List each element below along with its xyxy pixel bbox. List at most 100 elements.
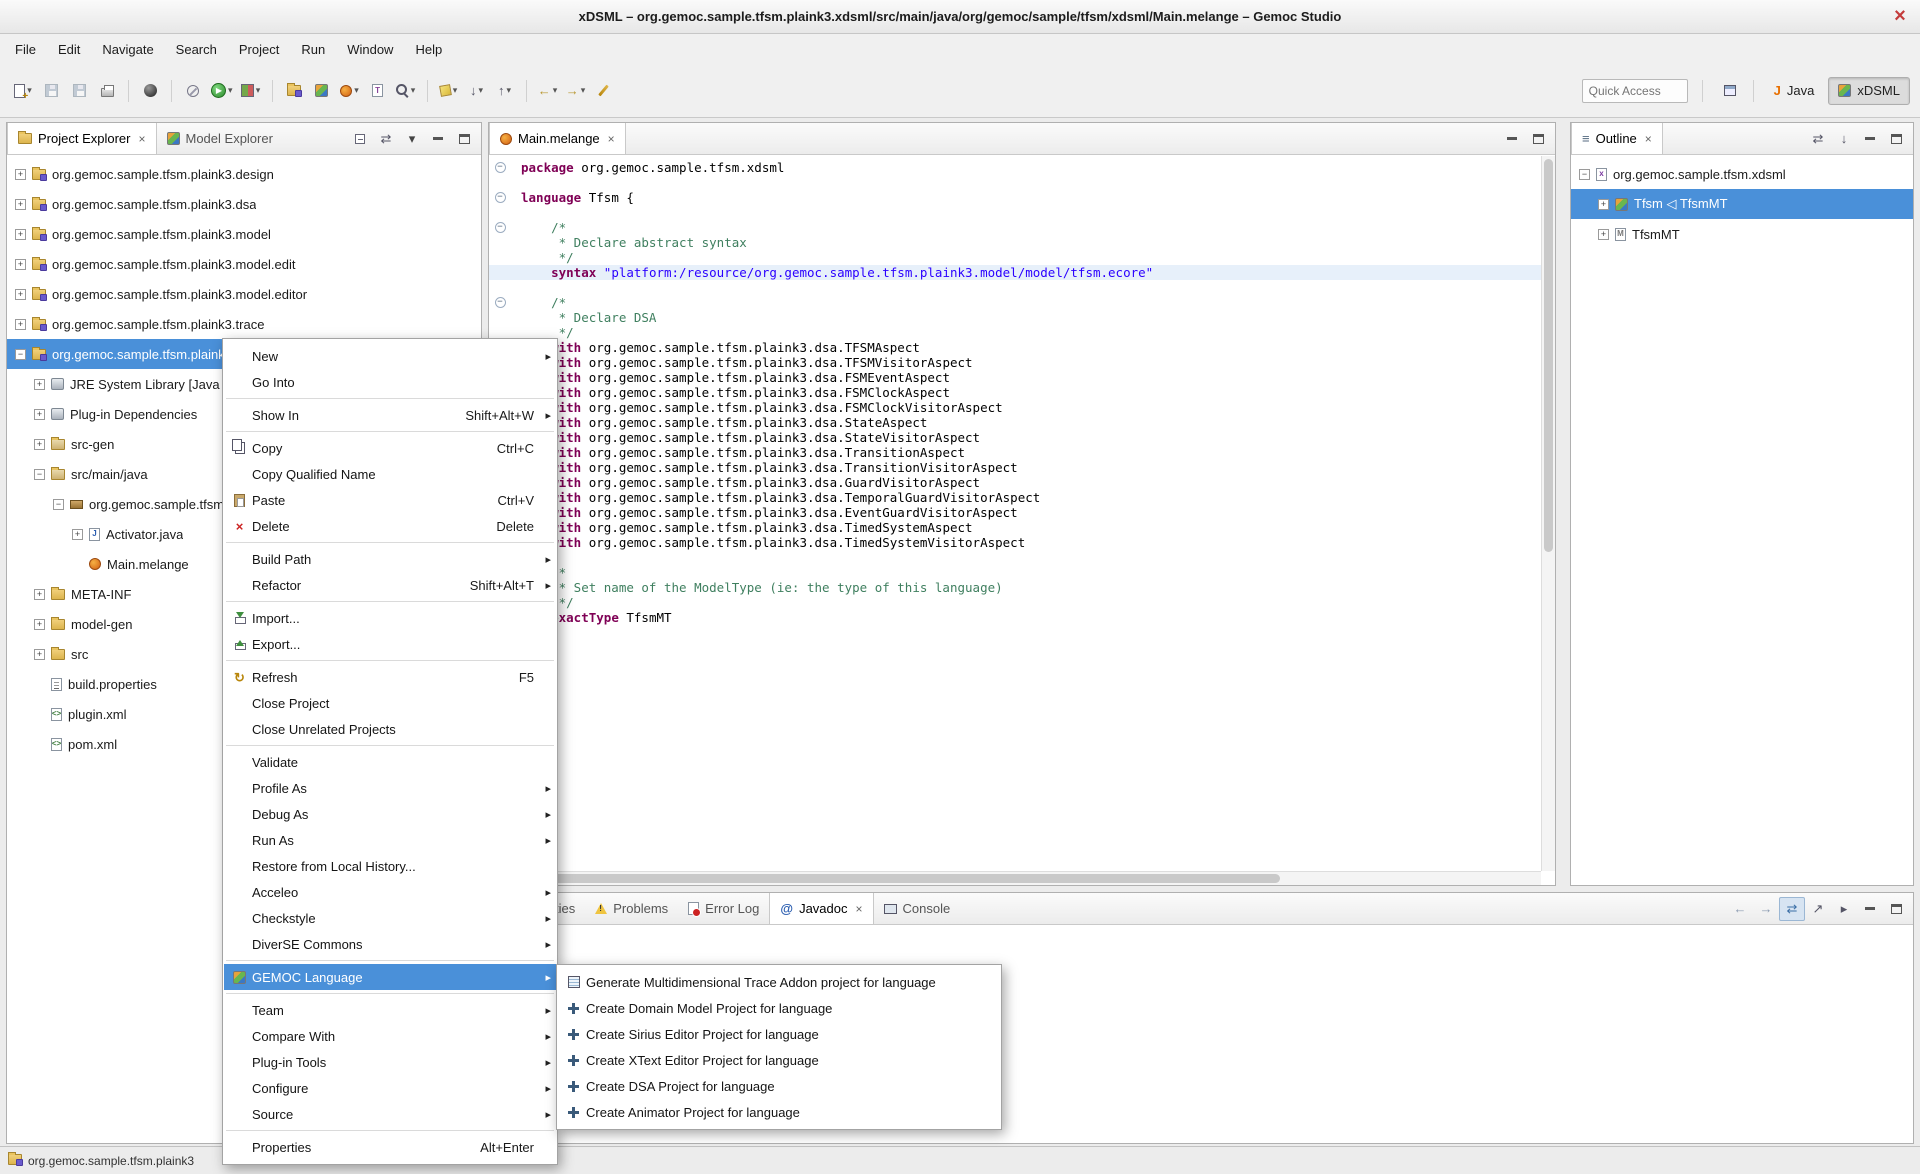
dropdown-arrow-icon[interactable]: ▾ [581, 85, 586, 96]
tree-item-org-gemoc-sample-tfsm-plaink3-model-edit[interactable]: +org.gemoc.sample.tfsm.plaink3.model.edi… [7, 249, 481, 279]
fold-collapse-icon[interactable]: − [495, 162, 506, 173]
maximize-button[interactable] [1525, 127, 1551, 151]
coverage-button[interactable]: ▾ [238, 78, 264, 104]
new-melange-file-button[interactable]: ▾ [337, 78, 363, 104]
expand-toggle-icon[interactable]: + [72, 529, 83, 540]
minimize-button[interactable] [1857, 897, 1883, 921]
menubar-item-search[interactable]: Search [165, 38, 228, 61]
prev-annotation-button[interactable]: ↑▾ [492, 78, 518, 104]
tree-item-org-gemoc-sample-tfsm-plaink3-trace[interactable]: +org.gemoc.sample.tfsm.plaink3.trace [7, 309, 481, 339]
menu-item-gemoc-language[interactable]: GEMOC Language▸ [224, 964, 556, 990]
menubar-item-edit[interactable]: Edit [47, 38, 91, 61]
close-tab-icon[interactable]: × [1645, 132, 1652, 146]
menu-item-compare-with[interactable]: Compare With▸ [224, 1023, 556, 1049]
expand-toggle-icon[interactable]: + [15, 259, 26, 270]
menu-item-go-into[interactable]: Go Into [224, 369, 556, 395]
menu-item-diverse-commons[interactable]: DiverSE Commons▸ [224, 931, 556, 957]
collapse-toggle-icon[interactable]: − [53, 499, 64, 510]
maximize-button[interactable] [1883, 897, 1909, 921]
minimize-button[interactable] [1499, 127, 1525, 151]
menu-item-paste[interactable]: PasteCtrl+V [224, 487, 556, 513]
view-menu-button[interactable]: ▾ [399, 127, 425, 151]
submenu-item-create-domain-model-project-for-language[interactable]: Create Domain Model Project for language [558, 995, 1000, 1021]
back-button[interactable]: ←▾ [535, 78, 561, 104]
run-button[interactable]: ▾ [208, 78, 236, 104]
submenu-item-create-animator-project-for-language[interactable]: Create Animator Project for language [558, 1099, 1000, 1125]
link-with-editor-button[interactable]: ⇄ [373, 127, 399, 151]
fold-collapse-icon[interactable]: − [495, 297, 506, 308]
open-input-button[interactable]: ▸ [1831, 897, 1857, 921]
tab-model-explorer[interactable]: Model Explorer [157, 123, 283, 154]
menubar-item-help[interactable]: Help [404, 38, 453, 61]
link-with-selection-button[interactable]: ⇄ [1779, 897, 1805, 921]
scrollbar-thumb[interactable] [491, 874, 1280, 883]
menubar-item-project[interactable]: Project [228, 38, 290, 61]
menu-item-run-as[interactable]: Run As▸ [224, 827, 556, 853]
editor-vertical-scrollbar[interactable] [1541, 156, 1555, 871]
tab-problems[interactable]: Problems [585, 893, 678, 924]
menu-item-profile-as[interactable]: Profile As▸ [224, 775, 556, 801]
expand-toggle-icon[interactable]: + [1598, 229, 1609, 240]
expand-toggle-icon[interactable]: + [34, 649, 45, 660]
scrollbar-thumb[interactable] [1544, 159, 1553, 552]
menu-item-source[interactable]: Source▸ [224, 1101, 556, 1127]
quick-access-input[interactable] [1582, 79, 1688, 103]
open-type-button[interactable]: T [365, 78, 391, 104]
menu-item-acceleo[interactable]: Acceleo▸ [224, 879, 556, 905]
maximize-button[interactable] [1883, 127, 1909, 151]
menu-item-refactor[interactable]: RefactorShift+Alt+T▸ [224, 572, 556, 598]
menubar-item-run[interactable]: Run [290, 38, 336, 61]
editor-horizontal-scrollbar[interactable] [489, 871, 1541, 885]
menubar-item-navigate[interactable]: Navigate [91, 38, 164, 61]
menu-item-validate[interactable]: Validate [224, 749, 556, 775]
tab-outline[interactable]: ≡Outline× [1571, 123, 1663, 154]
history-forward-button[interactable]: → [1753, 897, 1779, 921]
minimize-button[interactable] [1857, 127, 1883, 151]
submenu-item-create-xtext-editor-project-for-language[interactable]: Create XText Editor Project for language [558, 1047, 1000, 1073]
menu-item-checkstyle[interactable]: Checkstyle▸ [224, 905, 556, 931]
expand-toggle-icon[interactable]: + [34, 409, 45, 420]
expand-toggle-icon[interactable]: + [34, 619, 45, 630]
dropdown-arrow-icon[interactable]: ▾ [453, 85, 458, 96]
expand-toggle-icon[interactable]: + [15, 229, 26, 240]
submenu-item-create-sirius-editor-project-for-language[interactable]: Create Sirius Editor Project for languag… [558, 1021, 1000, 1047]
collapse-all-button[interactable] [347, 127, 373, 151]
menu-item-build-path[interactable]: Build Path▸ [224, 546, 556, 572]
tree-item-org-gemoc-sample-tfsm-plaink3-dsa[interactable]: +org.gemoc.sample.tfsm.plaink3.dsa [7, 189, 481, 219]
menu-item-export[interactable]: Export... [224, 631, 556, 657]
menu-item-configure[interactable]: Configure▸ [224, 1075, 556, 1101]
menu-item-close-project[interactable]: Close Project [224, 690, 556, 716]
menu-item-plug-in-tools[interactable]: Plug-in Tools▸ [224, 1049, 556, 1075]
menubar-item-window[interactable]: Window [336, 38, 404, 61]
tab-javadoc[interactable]: @Javadoc× [769, 893, 873, 924]
expand-toggle-icon[interactable]: + [34, 589, 45, 600]
menu-item-debug-as[interactable]: Debug As▸ [224, 801, 556, 827]
new-melange-project-button[interactable] [309, 78, 335, 104]
menu-item-copy[interactable]: CopyCtrl+C [224, 435, 556, 461]
perspective-java[interactable]: JJava [1764, 77, 1825, 105]
close-tab-icon[interactable]: × [855, 902, 862, 916]
expand-toggle-icon[interactable]: + [34, 379, 45, 390]
menu-item-close-unrelated-projects[interactable]: Close Unrelated Projects [224, 716, 556, 742]
last-edit-button[interactable] [591, 78, 617, 104]
minimize-button[interactable] [425, 127, 451, 151]
menu-item-refresh[interactable]: ↻RefreshF5 [224, 664, 556, 690]
submenu-item-generate-multidimensional-trace-addon-project-for-language[interactable]: Generate Multidimensional Trace Addon pr… [558, 969, 1000, 995]
dropdown-arrow-icon[interactable]: ▾ [256, 85, 261, 96]
menu-item-show-in[interactable]: Show InShift+Alt+W▸ [224, 402, 556, 428]
dropdown-arrow-icon[interactable]: ▾ [507, 85, 512, 96]
fold-collapse-icon[interactable]: − [495, 192, 506, 203]
history-back-button[interactable]: ← [1727, 897, 1753, 921]
mark-occurrences-button[interactable]: ▾ [436, 78, 462, 104]
open-external-button[interactable]: ↗ [1805, 897, 1831, 921]
tree-item-org-gemoc-sample-tfsm-xdsml[interactable]: −xorg.gemoc.sample.tfsm.xdsml [1571, 159, 1913, 189]
tree-item-org-gemoc-sample-tfsm-plaink3-model-editor[interactable]: +org.gemoc.sample.tfsm.plaink3.model.edi… [7, 279, 481, 309]
skip-breakpoints-button[interactable] [180, 78, 206, 104]
dropdown-arrow-icon[interactable]: ▾ [553, 85, 558, 96]
acceleo-button[interactable] [137, 78, 163, 104]
menubar-item-file[interactable]: File [4, 38, 47, 61]
collapse-toggle-icon[interactable]: − [15, 349, 26, 360]
code-area[interactable]: −package org.gemoc.sample.tfsm.xdsml−lan… [489, 155, 1541, 871]
dropdown-arrow-icon[interactable]: ▾ [479, 85, 484, 96]
dropdown-arrow-icon[interactable]: ▾ [411, 85, 416, 96]
